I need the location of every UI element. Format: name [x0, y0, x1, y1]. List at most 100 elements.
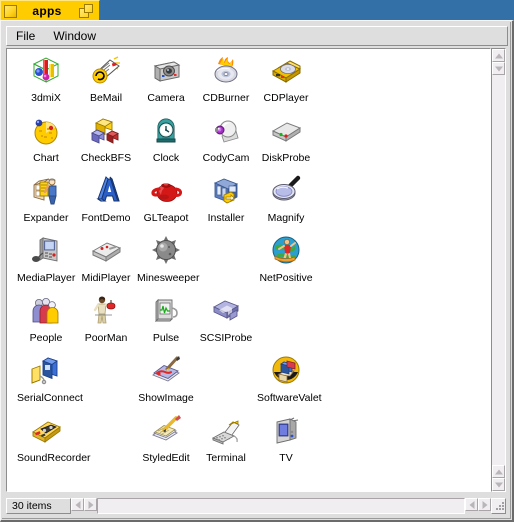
- file-icon-poorman[interactable]: PoorMan: [76, 294, 136, 346]
- clock-icon: [150, 114, 182, 146]
- window-inner: File Window 3dmiX BeMail Camera CDBurner…: [2, 22, 511, 519]
- file-icon-3dmix[interactable]: 3dmiX: [16, 54, 76, 106]
- 3dmix-icon: [30, 54, 62, 86]
- close-box-icon[interactable]: [4, 4, 17, 18]
- people-icon: [30, 294, 62, 326]
- resize-grip-icon[interactable]: [491, 498, 506, 514]
- file-icon-midiplayer[interactable]: MidiPlayer: [76, 234, 136, 286]
- file-icon-magnify[interactable]: Magnify: [256, 174, 316, 226]
- file-icon-cdplayer[interactable]: CDPlayer: [256, 54, 316, 106]
- file-icon-label: Minesweeper: [137, 272, 200, 284]
- zoom-box-icon[interactable]: [79, 4, 95, 18]
- file-icon-label: TV: [279, 452, 293, 464]
- icon-grid: 3dmiX BeMail Camera CDBurner CDPlayer Ch…: [7, 49, 490, 491]
- scroll-up-arrow-icon-2[interactable]: [492, 465, 505, 478]
- file-icon-pulse[interactable]: Pulse: [136, 294, 196, 346]
- file-icon-label: FontDemo: [81, 212, 131, 224]
- vertical-scrollbar-top-arrows: [492, 49, 505, 75]
- scsiprobe-icon: [210, 294, 242, 326]
- item-count-label: 30 items: [6, 498, 71, 514]
- file-icon-people[interactable]: People: [16, 294, 76, 346]
- file-icon-minesweeper[interactable]: Minesweeper: [136, 234, 199, 286]
- poorman-icon: [90, 294, 122, 326]
- menu-item-file[interactable]: File: [7, 27, 44, 45]
- file-icon-label: NetPositive: [259, 272, 313, 284]
- file-icon-label: PoorMan: [84, 332, 128, 344]
- expander-icon: [30, 174, 62, 206]
- file-icon-checkbfs[interactable]: CheckBFS: [76, 114, 136, 166]
- file-icon-label: MediaPlayer: [17, 272, 76, 284]
- file-icon-label: SerialConnect: [17, 392, 83, 404]
- bemail-icon: [90, 54, 122, 86]
- file-icon-label: SCSIProbe: [199, 332, 253, 344]
- window-title-tab[interactable]: apps: [0, 0, 100, 21]
- magnify-icon: [270, 174, 302, 206]
- file-icon-label: MidiPlayer: [81, 272, 131, 284]
- scroll-left-arrow-icon-2[interactable]: [465, 498, 478, 511]
- glteapot-icon: [150, 174, 182, 206]
- file-icon-label: SoundRecorder: [17, 452, 91, 464]
- file-icon-netpositive[interactable]: NetPositive: [256, 234, 316, 286]
- stylededit-icon: [150, 414, 182, 446]
- file-icon-stylededit[interactable]: StyledEdit: [136, 414, 196, 466]
- showimage-icon: [150, 354, 182, 386]
- menu-bar: File Window: [6, 26, 508, 46]
- scroll-down-arrow-icon[interactable]: [492, 62, 505, 75]
- scroll-right-arrow-icon-2[interactable]: [478, 498, 491, 511]
- file-icon-glteapot[interactable]: GLTeapot: [136, 174, 196, 226]
- diskprobe-icon: [270, 114, 302, 146]
- file-icon-clock[interactable]: Clock: [136, 114, 196, 166]
- horizontal-scrollbar-track[interactable]: [97, 498, 465, 514]
- serialconnect-icon: [30, 354, 62, 386]
- file-icon-label: Installer: [207, 212, 245, 224]
- file-icon-camera[interactable]: Camera: [136, 54, 196, 106]
- file-icon-label: ShowImage: [138, 392, 194, 404]
- file-icon-label: DiskProbe: [261, 152, 311, 164]
- netpositive-icon: [270, 234, 302, 266]
- file-icon-diskprobe[interactable]: DiskProbe: [256, 114, 316, 166]
- file-icon-fontdemo[interactable]: FontDemo: [76, 174, 136, 226]
- scroll-down-arrow-icon-2[interactable]: [492, 478, 505, 491]
- file-icon-codycam[interactable]: CodyCam: [196, 114, 256, 166]
- scroll-right-arrow-icon[interactable]: [84, 498, 97, 511]
- vertical-scrollbar[interactable]: [491, 48, 506, 492]
- file-icon-chart[interactable]: Chart: [16, 114, 76, 166]
- tv-icon: [270, 414, 302, 446]
- vertical-scrollbar-bottom-arrows: [492, 465, 505, 491]
- file-icon-tv[interactable]: TV: [256, 414, 316, 466]
- file-icon-label: Magnify: [267, 212, 305, 224]
- file-icon-scsiprobe[interactable]: SCSIProbe: [196, 294, 256, 346]
- file-icon-label: SoftwareValet: [257, 392, 322, 404]
- scroll-up-arrow-icon[interactable]: [492, 49, 505, 62]
- fontdemo-icon: [90, 174, 122, 206]
- cdplayer-icon: [270, 54, 302, 86]
- file-icon-label: Terminal: [206, 452, 246, 464]
- softwarevalet-icon: [270, 354, 302, 386]
- file-icon-label: People: [29, 332, 63, 344]
- cdburner-icon: [210, 54, 242, 86]
- file-icon-label: 3dmiX: [31, 92, 61, 104]
- file-icon-terminal[interactable]: Terminal: [196, 414, 256, 466]
- file-icon-expander[interactable]: Expander: [16, 174, 76, 226]
- file-icon-label: StyledEdit: [142, 452, 190, 464]
- file-icon-softwarevalet[interactable]: SoftwareValet: [256, 354, 322, 406]
- file-icon-soundrecorder[interactable]: SoundRecorder: [16, 414, 91, 466]
- menu-item-window[interactable]: Window: [44, 27, 105, 45]
- status-bar: 30 items: [6, 498, 491, 514]
- file-icon-bemail[interactable]: BeMail: [76, 54, 136, 106]
- midiplayer-icon: [90, 234, 122, 266]
- file-icon-label: Camera: [147, 92, 185, 104]
- file-icon-label: CheckBFS: [80, 152, 132, 164]
- scroll-left-arrow-icon[interactable]: [71, 498, 84, 511]
- file-icon-serialconnect[interactable]: SerialConnect: [16, 354, 83, 406]
- icon-view-pane[interactable]: 3dmiX BeMail Camera CDBurner CDPlayer Ch…: [6, 48, 491, 492]
- file-icon-label: Chart: [33, 152, 59, 164]
- file-icon-showimage[interactable]: ShowImage: [136, 354, 196, 406]
- file-icon-label: GLTeapot: [143, 212, 189, 224]
- file-icon-cdburner[interactable]: CDBurner: [196, 54, 256, 106]
- file-icon-mediaplayer[interactable]: MediaPlayer: [16, 234, 76, 286]
- file-icon-installer[interactable]: Installer: [196, 174, 256, 226]
- file-icon-label: Expander: [23, 212, 69, 224]
- mediaplayer-icon: [30, 234, 62, 266]
- soundrecorder-icon: [30, 414, 62, 446]
